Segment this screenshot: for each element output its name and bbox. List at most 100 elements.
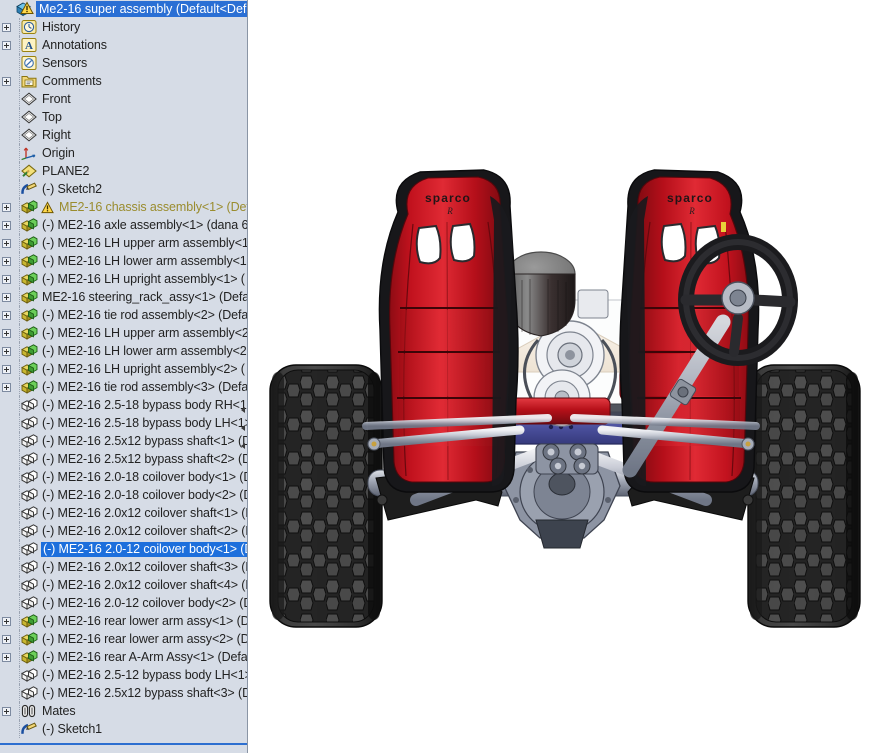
- expand-toggle-icon[interactable]: [0, 252, 13, 270]
- tree-item-0[interactable]: History: [0, 18, 248, 36]
- expand-toggle-icon[interactable]: [0, 234, 13, 252]
- tree-item-39[interactable]: (-) Sketch1: [0, 720, 248, 738]
- tree-item-36[interactable]: (-) ME2-16 2.5-12 bypass body LH<1>: [0, 666, 248, 684]
- sensors-icon: [20, 55, 38, 71]
- sketch-icon: [20, 181, 38, 197]
- expand-toggle-icon[interactable]: [0, 360, 13, 378]
- tree-indent-spacer: [0, 540, 13, 558]
- tree-item-label: Annotations: [41, 36, 107, 54]
- subassembly-icon: [20, 649, 38, 665]
- tree-item-24[interactable]: (-) ME2-16 2.5x12 bypass shaft<2> (De: [0, 450, 248, 468]
- tree-item-18[interactable]: (-) ME2-16 LH lower arm assembly<2:: [0, 342, 248, 360]
- subassembly-icon: [20, 217, 38, 233]
- tree-item-label: (-) ME2-16 2.0-18 coilover body<1> (D: [41, 468, 248, 486]
- tree-item-3[interactable]: Comments: [0, 72, 248, 90]
- part-icon: [20, 451, 38, 467]
- tree-item-1[interactable]: AAnnotations: [0, 36, 248, 54]
- expand-toggle-icon[interactable]: [0, 702, 13, 720]
- expand-toggle-icon[interactable]: [0, 198, 13, 216]
- tree-item-16[interactable]: (-) ME2-16 tie rod assembly<2> (Defau: [0, 306, 248, 324]
- tree-item-13[interactable]: (-) ME2-16 LH lower arm assembly<1>: [0, 252, 248, 270]
- expand-toggle-icon[interactable]: [0, 648, 13, 666]
- svg-text:R: R: [446, 206, 453, 216]
- expand-toggle-icon[interactable]: [0, 270, 13, 288]
- tree-item-26[interactable]: (-) ME2-16 2.0-18 coilover body<2> (D: [0, 486, 248, 504]
- tree-item-label: (-) ME2-16 2.5-18 bypass body RH<1>: [41, 396, 248, 414]
- subassembly-icon: [20, 361, 38, 377]
- tree-item-label: (-) ME2-16 rear A-Arm Assy<1> (Defau: [41, 648, 248, 666]
- tree-item-34[interactable]: (-) ME2-16 rear lower arm assy<2> (D: [0, 630, 248, 648]
- expand-toggle-icon[interactable]: [0, 72, 13, 90]
- tree-item-20[interactable]: (-) ME2-16 tie rod assembly<3> (Defau: [0, 378, 248, 396]
- expand-toggle-icon[interactable]: [0, 36, 13, 54]
- tree-item-19[interactable]: (-) ME2-16 LH upright assembly<2> (: [0, 360, 248, 378]
- sketch-icon: [20, 721, 38, 737]
- tree-item-8[interactable]: PLANE2: [0, 162, 248, 180]
- expand-toggle-icon[interactable]: [0, 216, 13, 234]
- tree-rows-container[interactable]: History AAnnotations Sensors Comments Fr…: [0, 18, 248, 738]
- tree-item-32[interactable]: (-) ME2-16 2.0-12 coilover body<2> (D: [0, 594, 248, 612]
- graphics-viewport[interactable]: sparco R: [248, 0, 874, 753]
- tree-item-28[interactable]: (-) ME2-16 2.0x12 coilover shaft<2> (D: [0, 522, 248, 540]
- expand-toggle-icon[interactable]: [0, 324, 13, 342]
- svg-text:sparco: sparco: [667, 191, 713, 205]
- feature-manager-tree-panel[interactable]: Me2-16 super assembly (Default<Defa Hist…: [0, 0, 248, 753]
- part-icon: [20, 577, 38, 593]
- subassembly-icon: [20, 271, 38, 287]
- part-icon: [20, 487, 38, 503]
- tree-item-label: Mates: [41, 702, 76, 720]
- tree-indent-spacer: [0, 558, 13, 576]
- tree-item-22[interactable]: (-) ME2-16 2.5-18 bypass body LH<1>: [0, 414, 248, 432]
- tree-item-33[interactable]: (-) ME2-16 rear lower arm assy<1> (D: [0, 612, 248, 630]
- expand-toggle-icon[interactable]: [0, 612, 13, 630]
- svg-text:sparco: sparco: [425, 191, 471, 205]
- tree-item-11[interactable]: (-) ME2-16 axle assembly<1> (dana 60: [0, 216, 248, 234]
- tree-item-10[interactable]: ME2-16 chassis assembly<1> (Defa: [0, 198, 248, 216]
- tree-item-37[interactable]: (-) ME2-16 2.5x12 bypass shaft<3> (De: [0, 684, 248, 702]
- tree-item-5[interactable]: Top: [0, 108, 248, 126]
- expand-toggle-icon[interactable]: [0, 342, 13, 360]
- tree-item-27[interactable]: (-) ME2-16 2.0x12 coilover shaft<1> (D: [0, 504, 248, 522]
- tree-indent-spacer: [0, 414, 13, 432]
- tree-item-12[interactable]: (-) ME2-16 LH upper arm assembly<1: [0, 234, 248, 252]
- tree-item-14[interactable]: (-) ME2-16 LH upright assembly<1> (: [0, 270, 248, 288]
- expand-toggle-icon[interactable]: [0, 306, 13, 324]
- tree-item-35[interactable]: (-) ME2-16 rear A-Arm Assy<1> (Defau: [0, 648, 248, 666]
- transfer-case: [536, 444, 598, 474]
- expand-toggle-icon[interactable]: [0, 18, 13, 36]
- tree-item-6[interactable]: Right: [0, 126, 248, 144]
- tree-item-30[interactable]: (-) ME2-16 2.0x12 coilover shaft<3> (D: [0, 558, 248, 576]
- tree-item-38[interactable]: Mates: [0, 702, 248, 720]
- subassembly-icon: [20, 379, 38, 395]
- tree-item-label: (-) ME2-16 LH upper arm assembly<1: [41, 234, 248, 252]
- tree-indent-spacer: [0, 108, 13, 126]
- tree-item-25[interactable]: (-) ME2-16 2.0-18 coilover body<1> (D: [0, 468, 248, 486]
- tree-root-item[interactable]: Me2-16 super assembly (Default<Defa: [0, 0, 248, 18]
- tree-item-17[interactable]: (-) ME2-16 LH upper arm assembly<2: [0, 324, 248, 342]
- tree-item-15[interactable]: ME2-16 steering_rack_assy<1> (Defau: [0, 288, 248, 306]
- tree-indent-spacer: [0, 126, 13, 144]
- tree-edge-marker-2: [241, 425, 245, 431]
- tree-item-4[interactable]: Front: [0, 90, 248, 108]
- tree-item-7[interactable]: Origin: [0, 144, 248, 162]
- tree-indent-spacer: [0, 504, 13, 522]
- tree-item-label: (-) ME2-16 2.0-12 coilover body<2> (D: [41, 594, 248, 612]
- subassembly-icon: [20, 343, 38, 359]
- tree-item-29[interactable]: (-) ME2-16 2.0-12 coilover body<1> (D: [0, 540, 248, 558]
- tree-item-21[interactable]: (-) ME2-16 2.5-18 bypass body RH<1>: [0, 396, 248, 414]
- feature-tree-list[interactable]: Me2-16 super assembly (Default<Defa Hist…: [0, 0, 248, 738]
- tree-item-31[interactable]: (-) ME2-16 2.0x12 coilover shaft<4> (D: [0, 576, 248, 594]
- left-rear-tire: [270, 365, 382, 627]
- expand-toggle-icon[interactable]: [0, 378, 13, 396]
- part-icon: [20, 397, 38, 413]
- tree-item-2[interactable]: Sensors: [0, 54, 248, 72]
- tree-item-9[interactable]: (-) Sketch2: [0, 180, 248, 198]
- tree-item-label: (-) ME2-16 2.5x12 bypass shaft<2> (De: [41, 450, 248, 468]
- expand-toggle-icon[interactable]: [0, 630, 13, 648]
- tree-item-label: Front: [41, 90, 71, 108]
- tree-item-label: (-) Sketch2: [41, 180, 102, 198]
- tree-item-label: (-) ME2-16 2.5-12 bypass body LH<1>: [41, 666, 248, 684]
- tree-item-23[interactable]: (-) ME2-16 2.5x12 bypass shaft<1> (De: [0, 432, 248, 450]
- expand-toggle-icon[interactable]: [0, 288, 13, 306]
- tree-indent-spacer: [0, 522, 13, 540]
